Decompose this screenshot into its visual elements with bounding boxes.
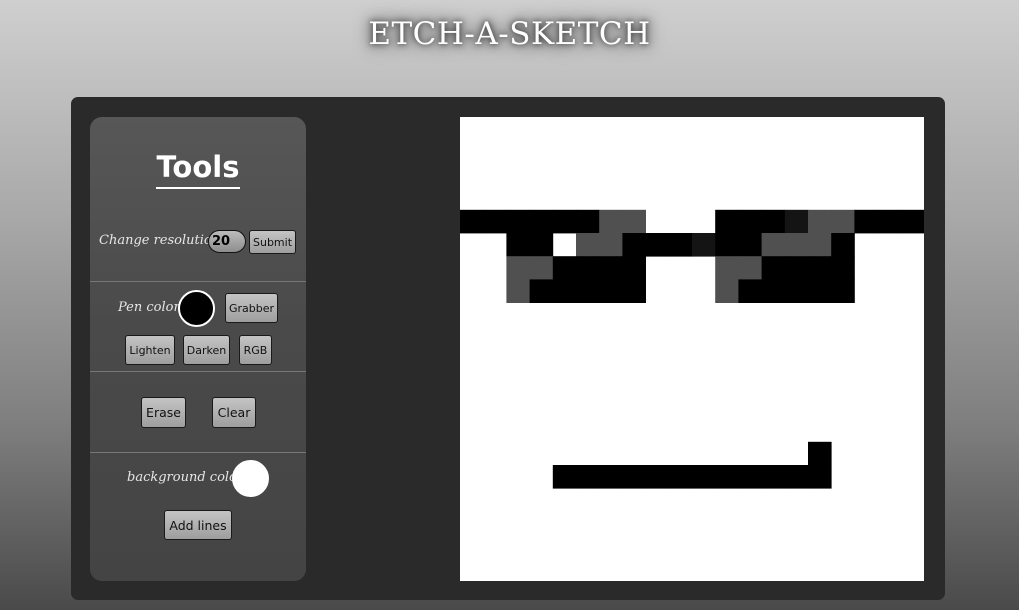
grid-cell[interactable] [738, 465, 762, 489]
grid-cell[interactable] [506, 209, 530, 234]
background-color-swatch[interactable] [232, 460, 269, 497]
grid-cell[interactable] [715, 233, 739, 257]
grid-cell[interactable] [831, 279, 855, 303]
grid-cell[interactable] [552, 209, 577, 234]
grid-cell[interactable] [738, 256, 762, 280]
grid-cell[interactable] [692, 233, 716, 257]
grid-cell[interactable] [761, 233, 786, 257]
grabber-button[interactable]: Grabber [225, 293, 278, 323]
grid-cell[interactable] [506, 279, 530, 303]
grid-cell[interactable] [784, 279, 809, 303]
grid-cell[interactable] [599, 209, 623, 234]
grid-cell[interactable] [552, 256, 577, 280]
grid-cell[interactable] [761, 209, 786, 234]
resolution-input[interactable] [208, 230, 246, 253]
submit-resolution-button[interactable]: Submit [249, 230, 296, 254]
tools-heading: Tools [90, 148, 306, 189]
grid-cell[interactable] [808, 233, 832, 257]
divider [90, 371, 306, 372]
resolution-label: Change resolution: [99, 233, 225, 248]
grid-cell[interactable] [576, 209, 600, 234]
tools-panel: Tools Change resolution: Submit Pen colo… [90, 117, 306, 581]
grid-cell[interactable] [529, 279, 554, 303]
grid-cell[interactable] [552, 279, 577, 303]
grid-cell[interactable] [529, 233, 554, 257]
grid-cell[interactable] [808, 256, 832, 280]
lighten-button[interactable]: Lighten [125, 335, 175, 365]
grid-cell[interactable] [831, 256, 855, 280]
pen-color-swatch[interactable] [178, 290, 215, 327]
grid-cell[interactable] [808, 441, 832, 466]
grid-cell[interactable] [784, 256, 809, 280]
tools-heading-text: Tools [155, 148, 241, 189]
grid-cell[interactable] [692, 465, 716, 489]
grid-cell[interactable] [483, 209, 507, 234]
grid-cell[interactable] [808, 209, 832, 234]
grid-cell[interactable] [854, 209, 878, 234]
divider [90, 452, 306, 453]
main-panel: Tools Change resolution: Submit Pen colo… [71, 97, 945, 600]
grid-cell[interactable] [622, 279, 646, 303]
grid-cell[interactable] [808, 465, 832, 489]
grid-cell[interactable] [599, 233, 623, 257]
grid-cell[interactable] [622, 233, 646, 257]
grid-cell[interactable] [715, 279, 739, 303]
clear-button[interactable]: Clear [212, 397, 256, 428]
grid-cell[interactable] [645, 465, 670, 489]
darken-button[interactable]: Darken [183, 335, 230, 365]
grid-cell[interactable] [831, 209, 855, 234]
grid-cell[interactable] [831, 233, 855, 257]
grid-cell[interactable] [715, 465, 739, 489]
grid-cell[interactable] [622, 256, 646, 280]
grid-cell[interactable] [460, 209, 484, 234]
background-color-label: background color: [127, 470, 248, 485]
grid-cell[interactable] [784, 233, 809, 257]
grid-cell[interactable] [738, 209, 762, 234]
grid-cell[interactable] [738, 279, 762, 303]
grid-cell[interactable] [900, 209, 924, 234]
grid-cell[interactable] [808, 279, 832, 303]
grid-cell[interactable] [668, 465, 693, 489]
sketch-canvas[interactable] [460, 117, 924, 581]
grid-cell[interactable] [552, 465, 577, 489]
grid-cell[interactable] [738, 233, 762, 257]
grid-cell[interactable] [622, 209, 646, 234]
erase-button[interactable]: Erase [141, 397, 186, 428]
grid-cell[interactable] [761, 256, 786, 280]
divider [90, 281, 306, 282]
grid-cell[interactable] [529, 209, 554, 234]
grid-cell[interactable] [506, 256, 530, 280]
grid-cell[interactable] [668, 233, 693, 257]
grid-cell[interactable] [576, 233, 600, 257]
grid-cell[interactable] [599, 279, 623, 303]
grid-cell[interactable] [877, 209, 902, 234]
add-lines-button[interactable]: Add lines [164, 510, 232, 540]
grid-cell[interactable] [576, 465, 600, 489]
sketch-grid[interactable] [460, 117, 924, 581]
grid-cell[interactable] [715, 209, 739, 234]
grid-cell[interactable] [761, 465, 786, 489]
grid-cell[interactable] [506, 233, 530, 257]
pen-color-label: Pen color: [118, 300, 185, 315]
grid-cell[interactable] [576, 256, 600, 280]
grid-cell[interactable] [761, 279, 786, 303]
grid-cell[interactable] [715, 256, 739, 280]
grid-cell[interactable] [599, 465, 623, 489]
grid-cell[interactable] [622, 465, 646, 489]
rgb-button[interactable]: RGB [239, 335, 272, 365]
grid-cell[interactable] [645, 233, 670, 257]
grid-cell[interactable] [599, 256, 623, 280]
grid-cell[interactable] [784, 209, 809, 234]
grid-cell[interactable] [576, 279, 600, 303]
grid-cell[interactable] [784, 465, 809, 489]
app-title: ETCH-A-SKETCH [368, 16, 651, 52]
grid-cell[interactable] [529, 256, 554, 280]
